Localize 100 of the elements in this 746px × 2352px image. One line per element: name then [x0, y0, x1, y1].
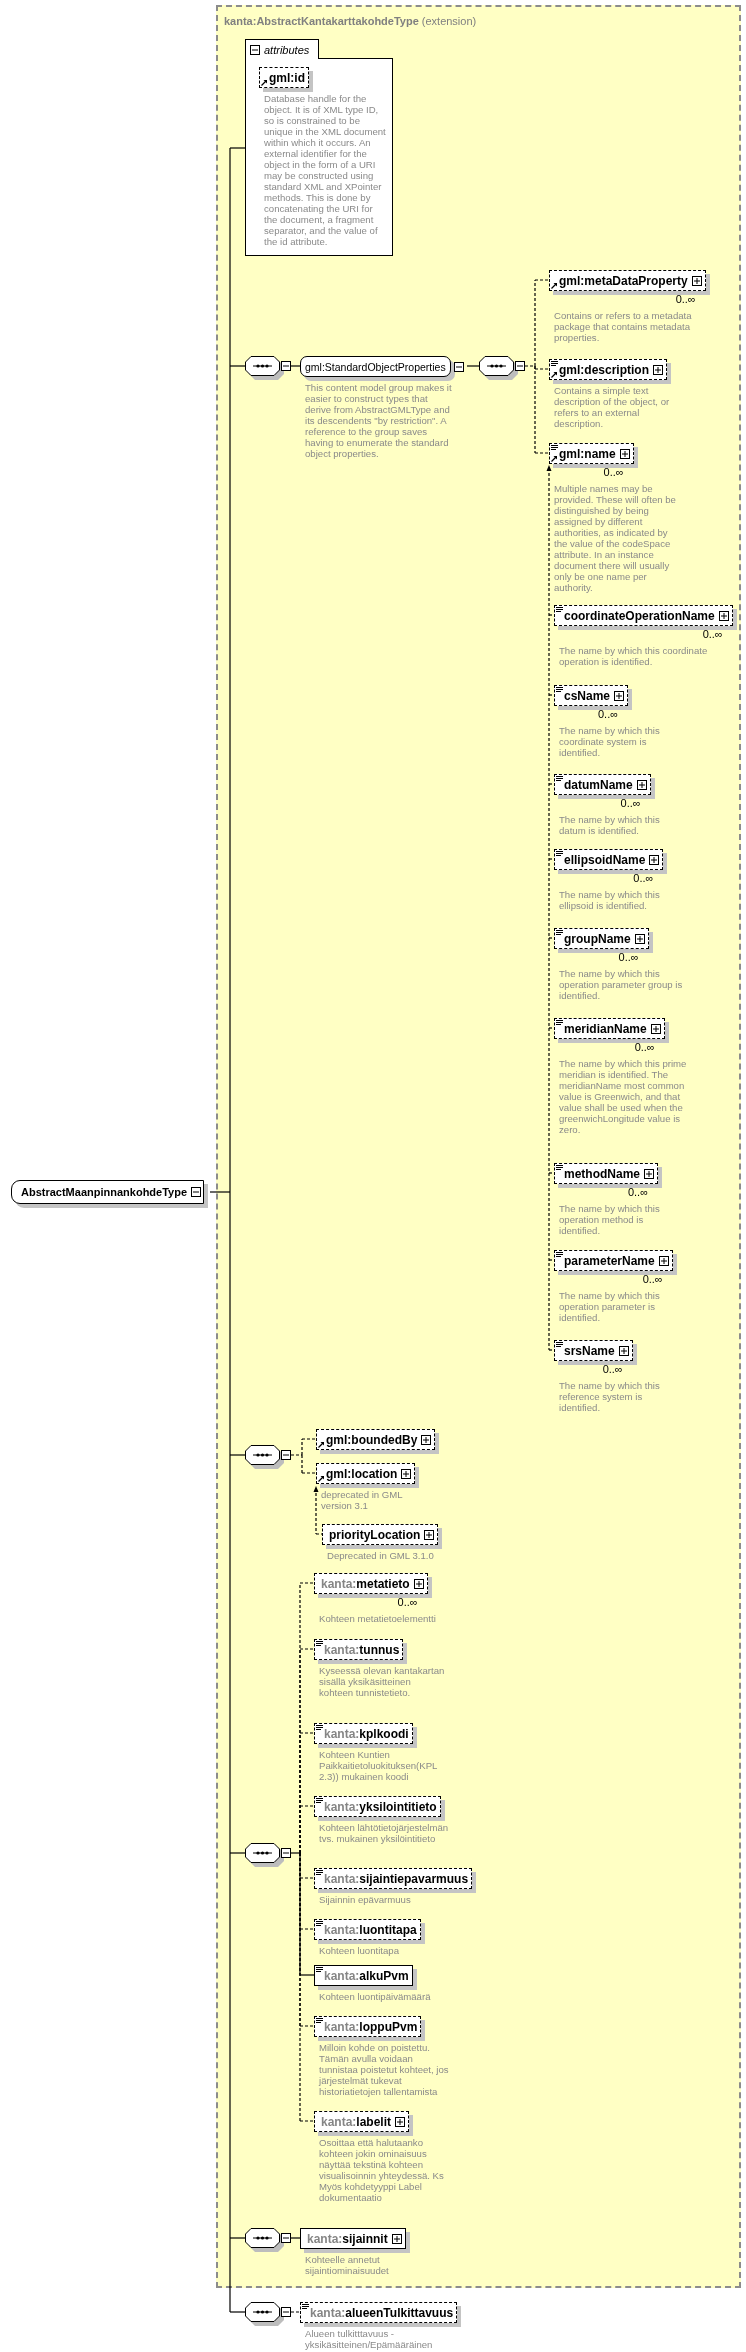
description-text: Kohteelle annetut sijaintiominaisuudet [304, 2254, 390, 2276]
element-name: kanta:alkuPvm [324, 1968, 409, 1983]
expand-icon[interactable] [614, 690, 625, 701]
multiplicity-label: 0..∞ [634, 1042, 655, 1053]
multiplicity-label: 0..∞ [620, 798, 641, 809]
description-text: Deprecated in GML 3.1.0 [326, 1550, 435, 1561]
element-name: gml:metaDataProperty [559, 273, 688, 288]
element-name: methodName [564, 1166, 640, 1181]
element-name: ellipsoidName [564, 852, 646, 867]
expand-icon[interactable] [421, 1434, 432, 1445]
element-name: parameterName [564, 1253, 655, 1268]
expand-icon[interactable] [391, 2233, 402, 2244]
element-name: kanta:sijainnit [307, 2231, 388, 2246]
element-name: groupName [564, 931, 631, 946]
description-text: Contains a simple text description of the object, or refers to an external description. [553, 385, 671, 429]
description-text: Sijainnin epävarmuus [318, 1894, 412, 1905]
description-text: The name by which this reference system is identified. [558, 1380, 661, 1413]
multiplicity-label: 0..∞ [597, 709, 619, 720]
expand-icon[interactable] [395, 2116, 406, 2127]
description-text: Kohteen luontipäivämäärä [318, 1991, 432, 2002]
expand-icon[interactable] [644, 1168, 654, 1179]
multiplicity-label: 0..∞ [602, 1364, 623, 1375]
collapse-icon[interactable] [281, 1848, 291, 1858]
element-name: gml:id [269, 70, 305, 85]
description-text: The name by which this ellipsoid is identified. [558, 889, 661, 911]
arrowhead-icon [546, 465, 552, 471]
description-text: The name by which this coordinate system is identified. [558, 725, 661, 758]
attributes-tab[interactable]: attributes [245, 39, 319, 59]
description-text: Kohteen luontitapa [318, 1945, 400, 1956]
description-text: Osoittaa että halutaanko kohteen jokin ominaisuus näyttää tekstinä kohteen visualisoinnin yhteydessä. Ks Myös kohdetyyppi Label dokumentaatio [318, 2137, 445, 2203]
element-name: kanta:sijaintiepavarmuus [324, 1871, 469, 1886]
element-name: kanta:metatieto [321, 1576, 410, 1591]
description-text: Database handle for the object. It is of XML type ID, so is constrained to be unique in the XML document within which it occurs. An external identifier for the object in the form of a URI may be constructed using standard XML and XPointer methods. This is done by concatenating the URI for the document, a fragment separator, and the value of the id attribute. [263, 93, 387, 247]
expand-icon[interactable] [650, 1023, 661, 1034]
description-text: Multiple names may be provided. These will often be distinguished by being assigned by different authorities, as indicated by the value of the codeSpace attribute. In an instance document there will usually only be one name per authority. [553, 483, 677, 593]
description-text: The name by which this prime meridian is identified. The meridianName most common value is Greenwich, and that value shall be used when the greenwichLongitude value is zero. [558, 1058, 688, 1135]
expand-icon[interactable] [619, 448, 630, 459]
description-text: The name by which this operation method is identified. [558, 1203, 661, 1236]
description-text: Milloin kohde on poistettu. Tämän avulla voidaan tunnistaa poistetut kohteet, jos järjestelmät tukevat historiatietojen tallentamista [317, 2042, 450, 2097]
extension-label: (extension) [421, 15, 477, 27]
type-name: AbstractMaanpinnankohdeType [21, 1186, 188, 1198]
collapse-icon[interactable] [453, 361, 464, 372]
expand-icon[interactable] [618, 1345, 629, 1356]
element-name: kanta:labelit [321, 2114, 392, 2129]
sequence-icon [245, 1445, 285, 1470]
description-text: Kyseessä olevan kantakartan sisällä yksikäsitteinen kohteen tunnistetieto. [318, 1665, 446, 1698]
element-name: kanta:tunnus [324, 1642, 400, 1657]
element-name: gml:description [559, 362, 649, 377]
description-text: The name by which this coordinate operation is identified. [558, 645, 709, 667]
element-name: kanta:kplkoodi [324, 1726, 409, 1741]
collapse-icon[interactable] [281, 361, 291, 371]
sequence-icon [479, 356, 519, 381]
expand-icon[interactable] [413, 1578, 424, 1589]
element-name: coordinateOperationName [564, 608, 715, 623]
multiplicity-label: 0..∞ [702, 629, 723, 640]
expand-icon[interactable] [658, 1255, 669, 1266]
expand-icon[interactable] [718, 610, 729, 621]
sequence-icon [245, 356, 285, 381]
multiplicity-label: 0..∞ [627, 1187, 648, 1198]
element-name: csName [564, 688, 611, 703]
element-name: kanta:loppuPvm [324, 2019, 418, 2034]
connector-line [466, 365, 480, 367]
element-name: datumName [564, 777, 633, 792]
description-text: Contains or refers to a metadata package that contains metadata properties. [553, 310, 693, 343]
group-name: gml:StandardObjectProperties [305, 360, 446, 373]
collapse-icon[interactable] [281, 1450, 291, 1460]
element-name: kanta:yksilointitieto [324, 1799, 437, 1814]
multiplicity-label: 0..∞ [642, 1274, 663, 1285]
element-name: gml:name [559, 446, 616, 461]
description-text: Alueen tulkitttavuus - yksikäsitteinen/Epämääräinen [304, 2328, 434, 2350]
expand-icon[interactable] [653, 364, 663, 375]
element-name: kanta:alueenTulkittavuus [310, 2305, 454, 2320]
description-text: The name by which this operation parameter is identified. [558, 1290, 661, 1323]
expand-icon[interactable] [634, 933, 645, 944]
extension-title: kanta:AbstractKantakarttakohdeType [224, 15, 419, 27]
sequence-icon [245, 2228, 285, 2253]
expand-icon[interactable] [401, 1468, 412, 1479]
description-text: Kohteen metatietoelementti [318, 1613, 437, 1624]
expand-icon[interactable] [649, 854, 660, 865]
expand-icon[interactable] [424, 1529, 435, 1540]
multiplicity-label: 0..∞ [675, 294, 696, 305]
multiplicity-label: 0..∞ [603, 467, 624, 478]
sequence-icon [245, 2302, 285, 2327]
expand-icon[interactable] [691, 275, 702, 286]
multiplicity-label: 0..∞ [633, 873, 654, 884]
element-name: priorityLocation [329, 1527, 421, 1542]
description-text: The name by which this operation parameter group is identified. [558, 968, 684, 1001]
collapse-icon[interactable] [191, 1187, 202, 1197]
arrowhead-icon [313, 1486, 319, 1492]
collapse-icon[interactable] [515, 361, 525, 371]
sequence-icon [245, 1843, 285, 1868]
description-text: deprecated in GML version 3.1 [320, 1489, 404, 1511]
collapse-icon[interactable] [281, 2233, 291, 2243]
collapse-icon[interactable] [250, 44, 260, 55]
description-text: Kohteen lähtötietojärjestelmän tvs. mukainen yksilöintitieto [318, 1822, 449, 1844]
element-name: gml:boundedBy [326, 1432, 418, 1447]
element-name: gml:location [326, 1466, 398, 1481]
collapse-icon[interactable] [281, 2307, 291, 2317]
description-text: Kohteen Kuntien Paikkaitietoluokituksen(KPL 2.3)) mukainen koodi [318, 1749, 439, 1782]
expand-icon[interactable] [636, 779, 647, 790]
